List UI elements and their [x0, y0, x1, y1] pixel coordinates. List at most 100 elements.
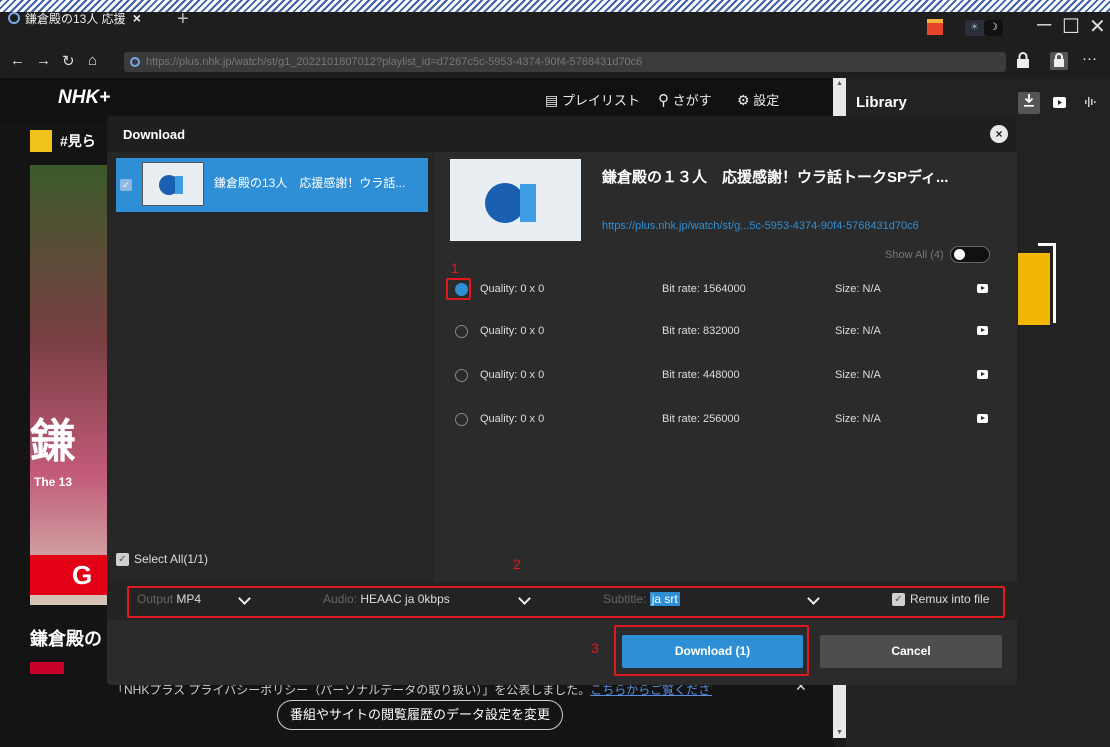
quality-row[interactable]: Quality: 0 x 0 Bit rate: 256000 Size: N/… — [450, 410, 1010, 430]
download-icon[interactable] — [1018, 92, 1040, 114]
site-icon — [130, 57, 140, 67]
size-label: Size: N/A — [835, 283, 881, 295]
nav-playlist-label: プレイリスト — [561, 93, 640, 108]
size-label: Size: N/A — [835, 325, 881, 337]
bitrate-label: Bit rate: 256000 — [662, 413, 740, 425]
nav-playlist[interactable]: ▤ プレイリスト — [545, 90, 640, 109]
history-settings-button[interactable]: 番組やサイトの閲覧履歴のデータ設定を変更 — [277, 700, 563, 730]
quality-row[interactable]: Quality: 0 x 0 Bit rate: 448000 Size: N/… — [450, 366, 1010, 386]
audio-icon[interactable] — [1084, 96, 1098, 111]
item-thumbnail — [142, 162, 204, 206]
playlist-icon: ▤ — [545, 92, 559, 108]
bitrate-label: Bit rate: 448000 — [662, 369, 740, 381]
lock-icon[interactable] — [1016, 52, 1030, 72]
program-poster[interactable]: 鎌 The 13 G — [30, 165, 110, 605]
nav-settings-label: 設定 — [753, 93, 780, 108]
bitrate-label: Bit rate: 1564000 — [662, 283, 746, 295]
dialog-close-button[interactable]: × — [990, 125, 1008, 143]
window-close-button[interactable]: ✕ — [1089, 14, 1106, 39]
scroll-up-icon[interactable]: ▲ — [836, 80, 843, 87]
annotation-number-3: 3 — [591, 640, 599, 656]
program-title: 鎌倉殿の — [30, 629, 102, 649]
url-field[interactable]: https://plus.nhk.jp/watch/st/g1_20221018… — [124, 52, 1006, 72]
download-dialog: Download × ✓ 鎌倉殿の13人 応援感謝！ウラ話... ✓ Selec… — [107, 116, 1017, 685]
top-border — [0, 0, 1110, 12]
toggle-switch[interactable] — [949, 246, 990, 263]
library-title: Library — [856, 94, 907, 111]
moon-icon: ☽ — [984, 20, 1003, 36]
forward-button[interactable]: → — [36, 52, 51, 69]
show-all-toggle[interactable]: Show All (4) — [885, 246, 990, 263]
play-icon[interactable] — [977, 370, 988, 379]
annotation-box-1 — [446, 278, 471, 300]
quality-radio[interactable] — [455, 369, 468, 382]
item-checkbox[interactable]: ✓ — [120, 179, 132, 191]
quality-label: Quality: 0 x 0 — [480, 369, 545, 381]
scroll-down-icon[interactable]: ▼ — [836, 729, 843, 736]
poster-title: 鎌 — [30, 414, 76, 468]
minimize-button[interactable]: ─ — [1037, 14, 1051, 37]
home-button[interactable]: ⌂ — [88, 52, 97, 69]
gear-icon: ⚙ — [737, 92, 750, 108]
detail-url-link[interactable]: https://plus.nhk.jp/watch/st/g...5c-5953… — [602, 220, 919, 232]
back-button[interactable]: ← — [10, 52, 25, 69]
quality-radio[interactable] — [455, 413, 468, 426]
select-all-label: Select All(1/1) — [134, 552, 209, 566]
notice-link[interactable]: こちらからご覧ください。 — [590, 683, 712, 697]
video-list — [107, 152, 434, 582]
url-text: https://plus.nhk.jp/watch/st/g1_20221018… — [146, 56, 643, 68]
bitrate-label: Bit rate: 832000 — [662, 325, 740, 337]
dialog-header — [107, 116, 1017, 152]
annotation-box-3 — [614, 625, 809, 676]
annotation-number-1: 1 — [451, 260, 459, 276]
nav-search[interactable]: ⚲ さがす — [658, 90, 712, 109]
annotation-number-2: 2 — [513, 556, 521, 572]
date-badge — [30, 662, 64, 674]
downloader-extension-icon[interactable] — [1050, 52, 1068, 70]
size-label: Size: N/A — [835, 413, 881, 425]
quality-row[interactable]: Quality: 0 x 0 Bit rate: 1564000 Size: N… — [450, 280, 1010, 300]
detail-title: 鎌倉殿の１３人 応援感謝！ウラ話トークSPディ... — [602, 169, 949, 186]
cancel-button[interactable]: Cancel — [820, 635, 1002, 668]
annotation-box-2 — [127, 586, 1005, 618]
maximize-button[interactable]: ☐ — [1062, 14, 1080, 39]
quality-row[interactable]: Quality: 0 x 0 Bit rate: 832000 Size: N/… — [450, 322, 1010, 342]
poster-subtitle: The 13 — [34, 475, 73, 489]
notice-text: 「NHKプラス プライバシーポリシー（パーソナルデータの取り扱い）」を公表しまし… — [112, 683, 591, 697]
quality-label: Quality: 0 x 0 — [480, 325, 545, 337]
gift-icon[interactable] — [927, 19, 943, 35]
hashtag-banner: #見ら — [30, 130, 96, 152]
tab-bar — [0, 12, 1110, 46]
checkmark-icon: ✓ — [116, 552, 129, 566]
play-icon[interactable] — [977, 414, 988, 423]
play-icon[interactable] — [977, 284, 988, 293]
select-all-checkbox[interactable]: ✓ Select All(1/1) — [116, 552, 208, 566]
tab-close-icon[interactable]: × — [133, 10, 141, 26]
library-thumbnail — [1018, 243, 1058, 333]
more-menu-icon[interactable]: ··· — [1082, 50, 1097, 67]
video-icon[interactable] — [1053, 97, 1066, 111]
detail-thumbnail — [450, 159, 581, 241]
dialog-title: Download — [123, 127, 186, 142]
tab-title: 鎌倉殿の13人 応援 — [25, 11, 126, 26]
reload-button[interactable]: ↻ — [62, 52, 75, 70]
browser-tab[interactable]: 鎌倉殿の13人 応援 × — [8, 6, 141, 30]
tab-favicon-icon — [8, 12, 20, 24]
item-title: 鎌倉殿の13人 応援感謝！ウラ話... — [214, 176, 406, 190]
search-icon: ⚲ — [658, 92, 669, 109]
hashtag-text: #見ら — [60, 133, 96, 149]
new-tab-button[interactable]: + — [177, 9, 189, 29]
poster-g-label: G — [30, 555, 110, 595]
quality-radio[interactable] — [455, 325, 468, 338]
show-all-label: Show All (4) — [885, 248, 944, 261]
theme-toggle[interactable]: ☀ ☽ — [965, 20, 1003, 36]
play-icon[interactable] — [977, 326, 988, 335]
quality-label: Quality: 0 x 0 — [480, 413, 545, 425]
nav-settings[interactable]: ⚙ 設定 — [737, 90, 779, 109]
nav-search-label: さがす — [672, 93, 712, 108]
bulb-icon — [30, 130, 52, 152]
video-list-item[interactable]: ✓ 鎌倉殿の13人 応援感謝！ウラ話... — [116, 158, 428, 212]
sun-icon: ☀ — [970, 22, 979, 33]
size-label: Size: N/A — [835, 369, 881, 381]
nhk-plus-logo[interactable]: NHK+ — [58, 87, 110, 109]
